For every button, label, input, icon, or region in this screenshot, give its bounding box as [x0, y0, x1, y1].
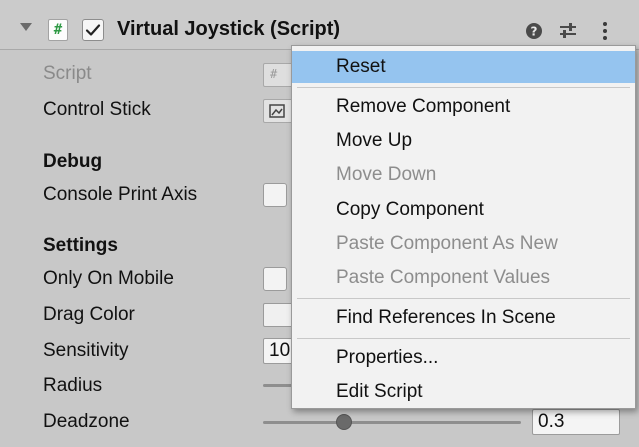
radius-label: Radius — [43, 375, 103, 396]
menu-item-find-references-in-scene[interactable]: Find References In Scene — [292, 302, 635, 334]
radius-slider-track[interactable] — [263, 384, 293, 387]
presets-icon[interactable] — [557, 18, 579, 42]
deadzone-label: Deadzone — [43, 411, 130, 432]
script-field-icon: # — [270, 67, 278, 81]
menu-item-move-down: Move Down — [336, 164, 437, 185]
chevron-down-icon[interactable] — [20, 23, 32, 31]
menu-separator — [297, 87, 630, 88]
control-stick-label: Control Stick — [43, 99, 151, 120]
only-on-mobile-label: Only On Mobile — [43, 268, 174, 289]
deadzone-input[interactable]: 0.3 — [532, 409, 620, 435]
menu-item-copy-component[interactable]: Copy Component — [292, 194, 635, 226]
drag-color-field[interactable] — [263, 303, 293, 327]
script-field: # — [263, 63, 293, 87]
component-enabled-checkbox[interactable] — [82, 19, 104, 41]
menu-item-properties[interactable]: Properties... — [292, 342, 635, 374]
menu-item-paste-component-as-new: Paste Component As New — [336, 233, 558, 254]
deadzone-slider-track[interactable] — [263, 421, 521, 424]
drag-color-label: Drag Color — [43, 304, 135, 325]
script-icon: # — [48, 19, 68, 41]
svg-text:?: ? — [531, 25, 538, 39]
checkmark-icon — [85, 24, 101, 36]
component-title: Virtual Joystick (Script) — [117, 18, 341, 40]
image-icon — [269, 104, 285, 118]
deadzone-slider-handle[interactable] — [336, 414, 352, 430]
menu-item-reset[interactable]: Reset — [292, 51, 635, 83]
menu-item-paste-component-values: Paste Component Values — [336, 267, 551, 288]
console-print-axis-label: Console Print Axis — [43, 184, 198, 205]
component-context-menu: Reset Remove Component Move Up Move Down… — [291, 45, 636, 409]
console-print-axis-toggle[interactable] — [263, 183, 287, 207]
debug-header: Debug — [43, 151, 103, 172]
script-label: Script — [43, 63, 92, 84]
menu-item-edit-script[interactable]: Edit Script — [292, 376, 635, 408]
menu-item-move-up[interactable]: Move Up — [292, 125, 635, 157]
menu-item-remove-component[interactable]: Remove Component — [292, 91, 635, 123]
menu-separator — [297, 338, 630, 339]
sensitivity-label: Sensitivity — [43, 340, 129, 361]
component-header: # Virtual Joystick (Script) ? — [0, 0, 639, 50]
control-stick-field[interactable] — [263, 99, 293, 123]
more-vertical-icon[interactable] — [594, 18, 616, 42]
menu-separator — [297, 298, 630, 299]
only-on-mobile-toggle[interactable] — [263, 267, 287, 291]
settings-header: Settings — [43, 235, 118, 256]
help-icon[interactable]: ? — [523, 18, 545, 42]
